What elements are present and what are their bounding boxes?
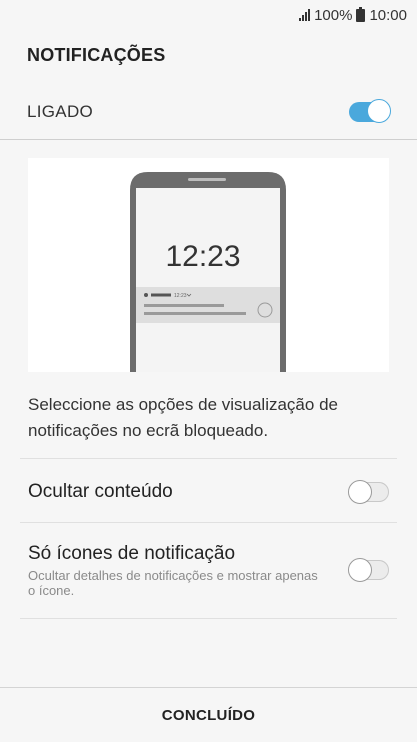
- option-label: Só ícones de notificação: [28, 542, 236, 564]
- master-switch-label: LIGADO: [27, 102, 94, 121]
- divider: [20, 458, 397, 459]
- description-text: Seleccione as opções de visualização de …: [28, 395, 338, 440]
- hide-content-toggle[interactable]: [348, 480, 389, 504]
- preview-notification-time: 12:23: [174, 293, 187, 299]
- clock: 10:00: [369, 6, 407, 24]
- option-icons-only[interactable]: Só ícones de notificação Ocultar detalhe…: [28, 538, 389, 602]
- done-button[interactable]: CONCLUÍDO: [0, 688, 417, 742]
- battery-icon: [356, 6, 366, 22]
- option-hide-content[interactable]: Ocultar conteúdo: [28, 470, 389, 514]
- battery-level: 100%: [314, 6, 353, 24]
- master-switch-row[interactable]: LIGADO: [0, 86, 417, 138]
- lockscreen-preview: 12:23 12:23: [28, 158, 389, 372]
- status-bar: 100% 10:00: [0, 0, 417, 30]
- divider: [20, 618, 397, 619]
- preview-clock: 12:23: [165, 240, 240, 273]
- toggle-knob: [348, 558, 372, 582]
- master-switch-toggle[interactable]: [349, 99, 391, 123]
- divider: [0, 139, 417, 140]
- toggle-knob: [348, 480, 372, 504]
- phone-illustration: 12:23 12:23: [130, 172, 286, 372]
- toggle-knob: [367, 99, 391, 123]
- signal-icon: [299, 9, 311, 21]
- option-sublabel: Ocultar detalhes de notificações e mostr…: [28, 567, 318, 598]
- icons-only-toggle[interactable]: [348, 558, 389, 582]
- divider: [20, 522, 397, 523]
- option-label: Ocultar conteúdo: [28, 481, 173, 502]
- page-title: NOTIFICAÇÕES: [27, 45, 166, 65]
